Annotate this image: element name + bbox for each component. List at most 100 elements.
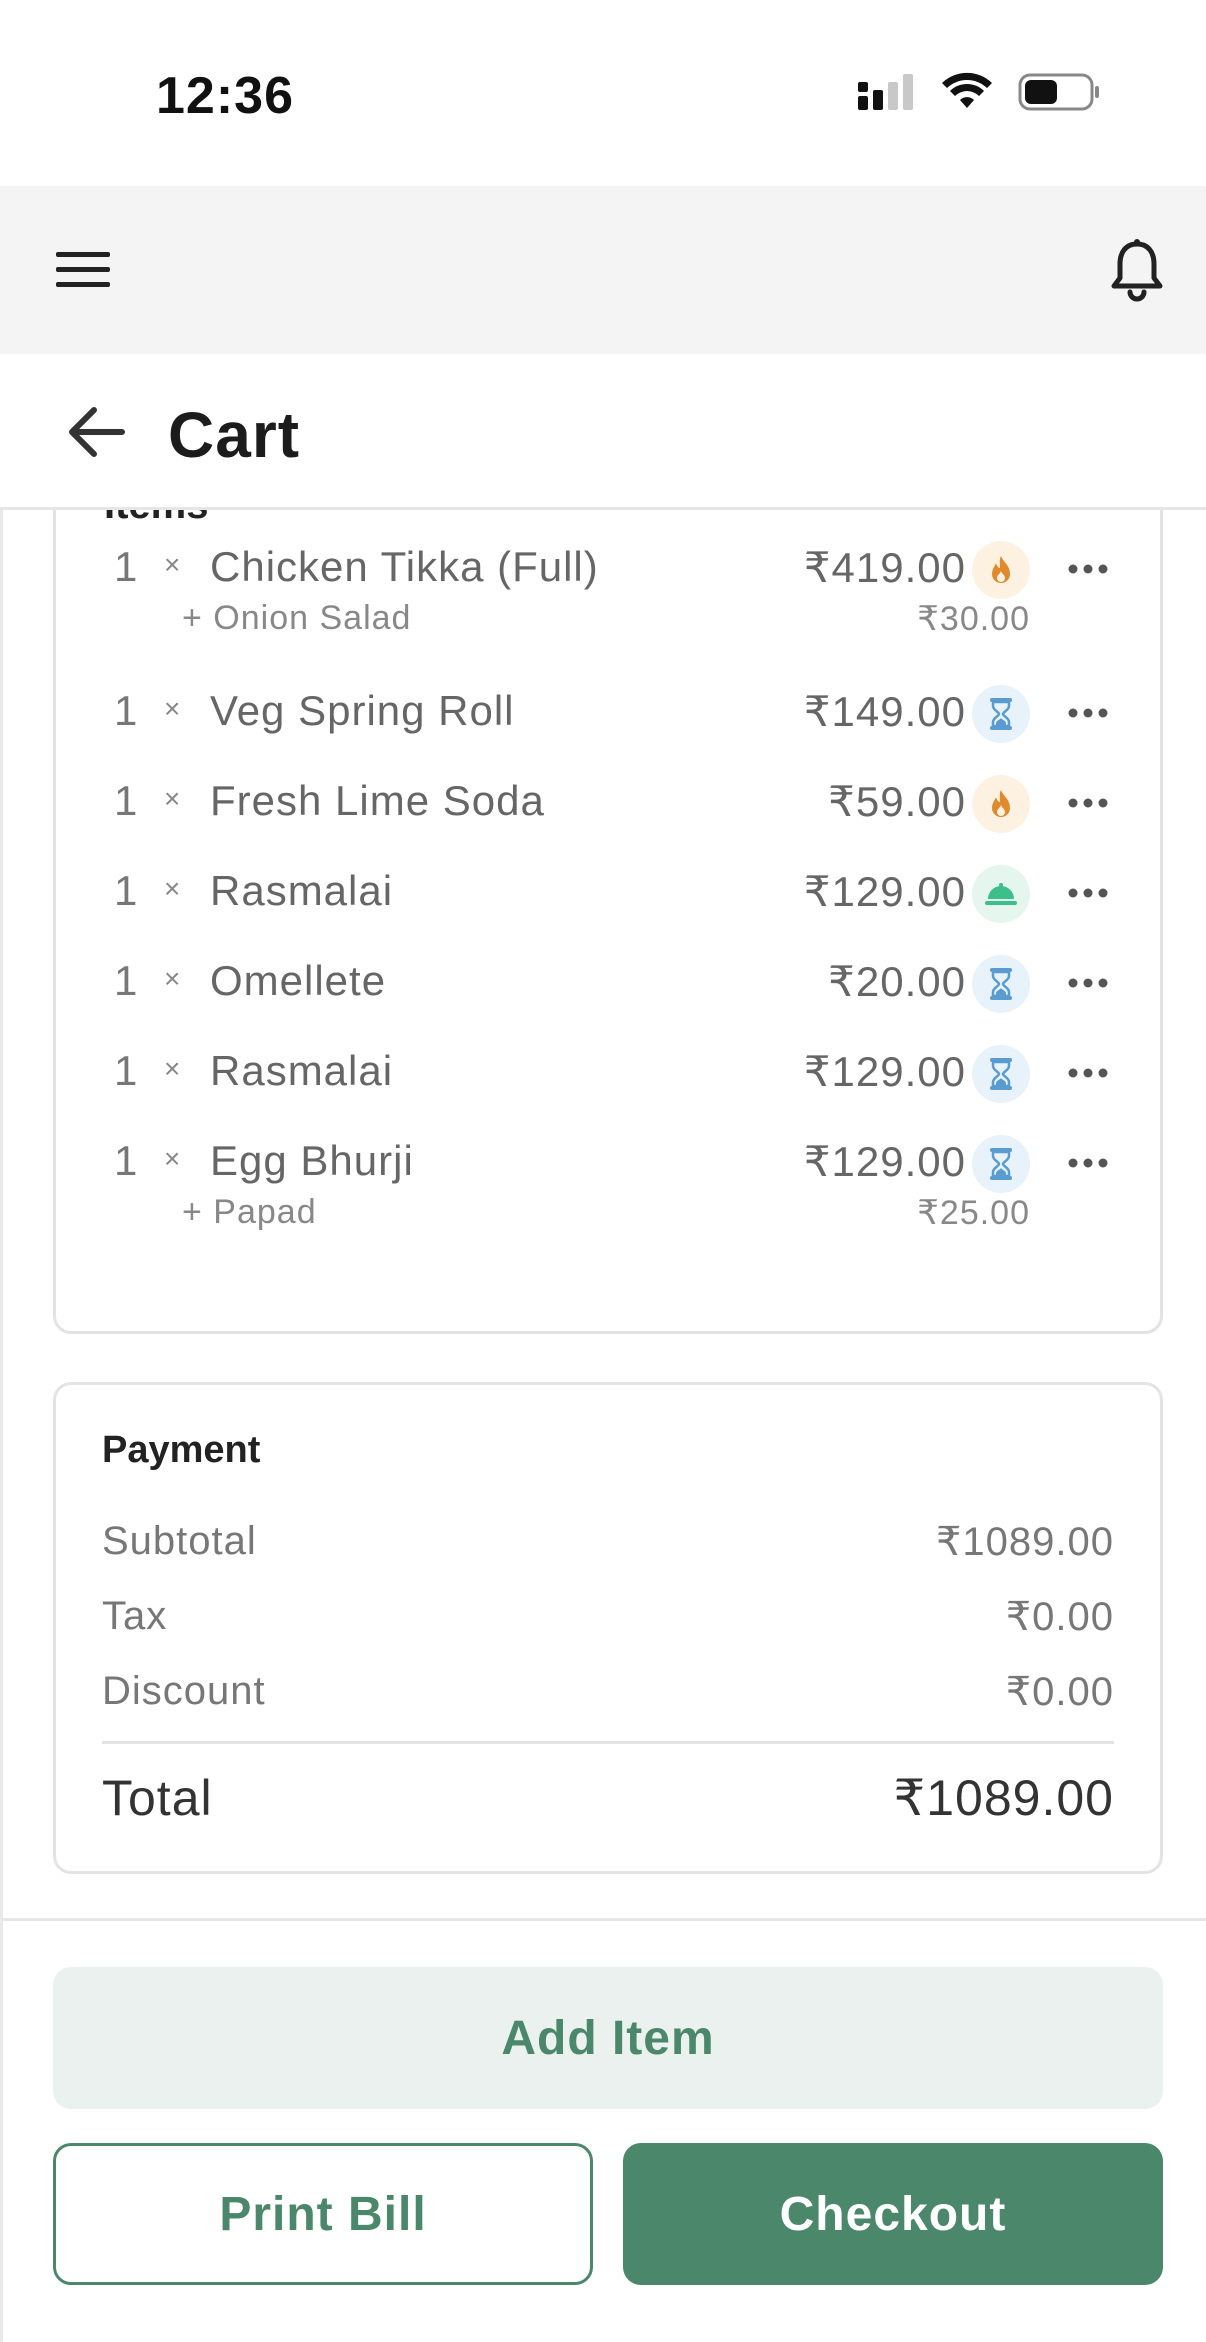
- addon-price: ₹30.00: [917, 600, 1030, 638]
- back-button[interactable]: [66, 404, 126, 460]
- more-dots-icon: [1068, 888, 1108, 898]
- subtotal-label: Subtotal: [102, 1519, 257, 1563]
- more-dots-icon: [1068, 798, 1108, 808]
- item-quantity: 1: [114, 687, 138, 734]
- cart-item-row[interactable]: 1 × Omellete ₹20.00: [56, 947, 1160, 1027]
- bell-icon: [1111, 239, 1163, 302]
- item-price: ₹129.00: [803, 1048, 966, 1095]
- more-dots-icon: [1068, 1158, 1108, 1168]
- cart-item-row[interactable]: 1 × Veg Spring Roll ₹149.00: [56, 677, 1160, 757]
- item-name: Fresh Lime Soda: [210, 777, 545, 824]
- item-status-badge: [972, 865, 1030, 923]
- item-name: Rasmalai: [210, 867, 394, 914]
- times-symbol: ×: [164, 1053, 181, 1084]
- item-more-button[interactable]: [1064, 1053, 1112, 1093]
- payment-card: Payment Subtotal ₹1089.00 Tax ₹0.00 Disc…: [53, 1382, 1163, 1874]
- status-bar: 12:36: [0, 0, 1206, 186]
- hourglass-icon: [990, 1148, 1012, 1180]
- item-quantity: 1: [114, 867, 138, 914]
- item-more-button[interactable]: [1064, 693, 1112, 733]
- subtotal-row: Subtotal ₹1089.00: [102, 1519, 1114, 1575]
- title-bar: Cart: [0, 354, 1206, 510]
- item-status-badge: [972, 685, 1030, 743]
- subtotal-value: ₹1089.00: [935, 1520, 1114, 1564]
- cart-item-row[interactable]: 1 × Egg Bhurji ₹129.00 + Papad ₹25.00: [56, 1127, 1160, 1232]
- item-status-badge: [972, 775, 1030, 833]
- wifi-icon: [942, 72, 992, 108]
- item-status-badge: [972, 541, 1030, 599]
- item-status-badge: [972, 1135, 1030, 1193]
- item-price: ₹149.00: [803, 688, 966, 735]
- add-item-button[interactable]: Add Item: [53, 1967, 1163, 2109]
- menu-button[interactable]: [54, 244, 112, 296]
- item-more-button[interactable]: [1064, 1143, 1112, 1183]
- cart-item-row[interactable]: 1 × Rasmalai ₹129.00: [56, 857, 1160, 937]
- times-symbol: ×: [164, 1143, 181, 1174]
- cart-scroll-area[interactable]: Items 1 × Chicken Tikka (Full) ₹419.00: [0, 510, 1206, 1918]
- item-name: Egg Bhurji: [210, 1137, 414, 1184]
- tax-row: Tax ₹0.00: [102, 1594, 1114, 1650]
- hourglass-icon: [990, 698, 1012, 730]
- item-price: ₹20.00: [828, 958, 966, 1005]
- times-symbol: ×: [164, 549, 181, 580]
- checkout-button[interactable]: Checkout: [623, 2143, 1163, 2285]
- times-symbol: ×: [164, 693, 181, 724]
- status-icons: [856, 72, 1102, 112]
- tax-label: Tax: [102, 1594, 168, 1638]
- item-more-button[interactable]: [1064, 873, 1112, 913]
- addon-name: + Onion Salad: [182, 599, 412, 637]
- total-value: ₹1089.00: [893, 1770, 1114, 1826]
- times-symbol: ×: [164, 963, 181, 994]
- cart-item-row[interactable]: 1 × Fresh Lime Soda ₹59.00: [56, 767, 1160, 847]
- item-quantity: 1: [114, 1047, 138, 1094]
- app-header: [0, 186, 1206, 354]
- fire-icon: [992, 790, 1010, 817]
- hourglass-icon: [990, 968, 1012, 1000]
- item-status-badge: [972, 955, 1030, 1013]
- tax-value: ₹0.00: [1005, 1595, 1114, 1639]
- bottom-actions: Add Item Print Bill Checkout: [0, 1918, 1206, 2342]
- print-bill-button[interactable]: Print Bill: [53, 2143, 593, 2285]
- more-dots-icon: [1068, 708, 1108, 718]
- item-more-button[interactable]: [1064, 783, 1112, 823]
- battery-icon: [1018, 73, 1099, 111]
- total-row: Total ₹1089.00: [102, 1769, 1114, 1839]
- discount-row: Discount ₹0.00: [102, 1669, 1114, 1725]
- fire-icon: [992, 556, 1010, 583]
- items-card: Items 1 × Chicken Tikka (Full) ₹419.00: [53, 510, 1163, 1334]
- more-dots-icon: [1068, 978, 1108, 988]
- item-name: Veg Spring Roll: [210, 687, 515, 734]
- cart-screen: 12:36 Cart 1 × Chicken Tikka (Full) ₹419…: [0, 0, 1206, 2342]
- page-title: Cart: [168, 399, 301, 471]
- item-price: ₹129.00: [803, 868, 966, 915]
- item-more-button[interactable]: [1064, 549, 1112, 589]
- payment-divider: [102, 1741, 1114, 1744]
- cart-item-row[interactable]: 1 × Chicken Tikka (Full) ₹419.00 + Onion…: [56, 533, 1160, 638]
- served-cloche-icon: [985, 883, 1017, 905]
- total-label: Total: [102, 1770, 213, 1826]
- times-symbol: ×: [164, 783, 181, 814]
- item-quantity: 1: [114, 543, 138, 590]
- status-time: 12:36: [156, 67, 294, 125]
- payment-heading: Payment: [102, 1429, 261, 1471]
- item-name: Omellete: [210, 957, 387, 1004]
- items-heading: Items: [104, 510, 209, 528]
- item-price: ₹129.00: [803, 1138, 966, 1185]
- cellular-signal-icon: [858, 74, 913, 110]
- addon-name: + Papad: [182, 1193, 317, 1231]
- item-price: ₹59.00: [828, 778, 966, 825]
- item-more-button[interactable]: [1064, 963, 1112, 1003]
- discount-label: Discount: [102, 1669, 266, 1713]
- item-name: Rasmalai: [210, 1047, 394, 1094]
- item-quantity: 1: [114, 777, 138, 824]
- item-name: Chicken Tikka (Full): [210, 543, 599, 590]
- addon-price: ₹25.00: [917, 1194, 1030, 1232]
- cart-item-row[interactable]: 1 × Rasmalai ₹129.00: [56, 1037, 1160, 1117]
- item-quantity: 1: [114, 957, 138, 1004]
- item-status-badge: [972, 1045, 1030, 1103]
- hourglass-icon: [990, 1058, 1012, 1090]
- arrow-left-icon: [69, 407, 125, 457]
- discount-value: ₹0.00: [1005, 1670, 1114, 1714]
- more-dots-icon: [1068, 564, 1108, 574]
- notifications-button[interactable]: [1108, 238, 1166, 302]
